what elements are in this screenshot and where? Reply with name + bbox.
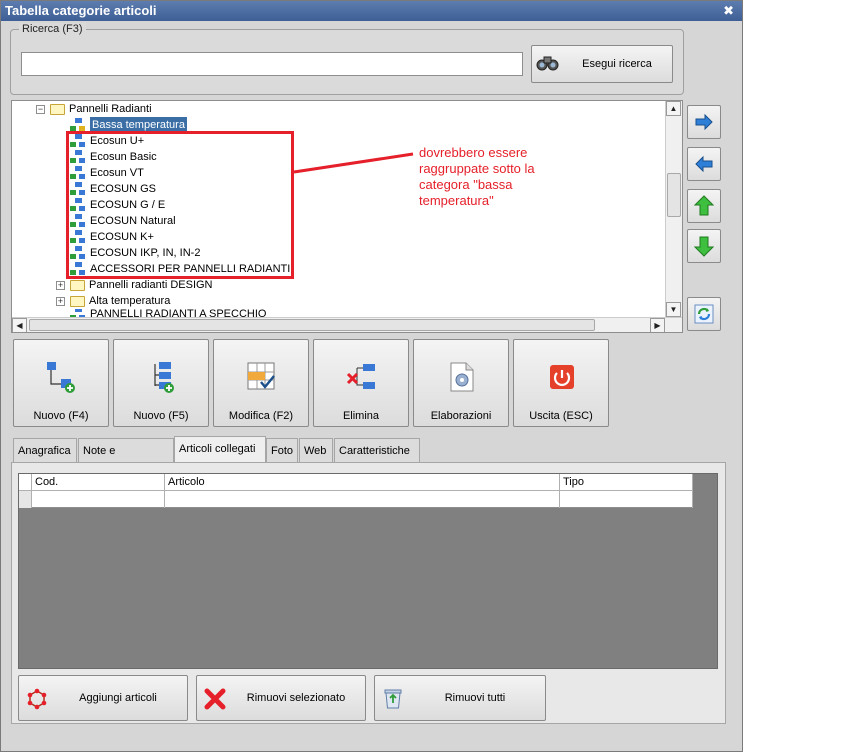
add-articles-label: Aggiungi articoli — [79, 692, 157, 704]
edit-grid-icon — [247, 362, 275, 390]
refresh-button[interactable] — [687, 297, 721, 331]
cell-tipo[interactable] — [560, 491, 693, 508]
row-indicator-header — [19, 474, 32, 491]
tree-horizontal-scrollbar[interactable]: ◀ ▶ — [12, 317, 682, 332]
arrow-up-icon — [694, 195, 714, 216]
table-row[interactable] — [19, 491, 693, 508]
processing-label: Elaborazioni — [430, 410, 492, 422]
scroll-up-icon[interactable]: ▲ — [666, 101, 681, 116]
new-f5-button[interactable]: Nuovo (F5) — [113, 339, 209, 427]
refresh-icon — [694, 304, 714, 324]
tree-vertical-scrollbar[interactable]: ▲ ▼ — [665, 101, 682, 317]
search-group-label: Ricerca (F3) — [19, 23, 86, 35]
tab-caratteristiche[interactable]: Caratteristiche — [334, 438, 420, 462]
recycle-bin-icon — [384, 689, 402, 709]
row-indicator[interactable] — [19, 491, 32, 508]
annotation-highlight-box — [66, 131, 294, 279]
new-child-icon — [154, 362, 174, 393]
tree-item-alta-temperatura[interactable]: Alta temperatura — [70, 293, 170, 309]
horizontal-scroll-thumb[interactable] — [29, 319, 595, 331]
search-button[interactable]: Esegui ricerca — [531, 45, 673, 83]
linked-articles-grid[interactable]: Cod. Articolo Tipo — [18, 473, 718, 669]
title-bar: Tabella categorie articoli ✖ — [1, 1, 742, 21]
new-f4-label: Nuovo (F4) — [33, 410, 89, 422]
scroll-down-icon[interactable]: ▼ — [666, 302, 681, 317]
tab-articoli-collegati[interactable]: Articoli collegati — [174, 436, 266, 462]
exit-label: Uscita (ESC) — [529, 410, 593, 422]
arrow-left-icon — [695, 156, 713, 172]
tree-collapse-icon[interactable]: − — [36, 105, 45, 114]
scroll-left-icon[interactable]: ◀ — [12, 318, 27, 332]
binoculars-icon — [536, 54, 560, 75]
tab-web[interactable]: Web — [299, 438, 333, 462]
close-icon[interactable]: ✖ — [723, 1, 734, 21]
remove-selected-button[interactable]: Rimuovi selezionato — [196, 675, 366, 721]
remove-x-icon — [204, 688, 226, 710]
edit-button[interactable]: Modifica (F2) — [213, 339, 309, 427]
tree-expand-icon[interactable]: + — [56, 297, 65, 306]
arrow-right-icon — [695, 114, 713, 130]
add-articles-icon — [27, 688, 47, 710]
move-up-button[interactable] — [687, 189, 721, 223]
folder-icon — [70, 295, 85, 307]
delete-node-icon — [346, 364, 375, 389]
folder-icon — [70, 279, 85, 291]
edit-label: Modifica (F2) — [228, 410, 294, 422]
move-left-button[interactable] — [687, 147, 721, 181]
tree-expand-icon[interactable]: + — [56, 281, 65, 290]
annotation-text: dovrebbero essere raggruppate sotto la c… — [419, 145, 535, 208]
cell-cod[interactable] — [32, 491, 165, 508]
main-window: Tabella categorie articoli ✖ Ricerca (F3… — [0, 0, 743, 752]
column-header-tipo[interactable]: Tipo — [560, 474, 693, 491]
category-icon — [70, 118, 85, 131]
tree-item-label: Alta temperatura — [89, 295, 171, 307]
arrow-down-icon — [694, 236, 714, 257]
articoli-collegati-panel: Cod. Articolo Tipo Aggiungi articoli Rim… — [11, 462, 726, 724]
power-icon — [550, 365, 574, 389]
tab-anagrafica[interactable]: Anagrafica — [13, 438, 77, 462]
remove-all-button[interactable]: Rimuovi tutti — [374, 675, 546, 721]
grid-header: Cod. Articolo Tipo — [19, 474, 693, 491]
scroll-right-icon[interactable]: ▶ — [650, 318, 665, 332]
remove-all-label: Rimuovi tutti — [444, 692, 506, 704]
search-button-label: Esegui ricerca — [582, 58, 652, 70]
tree-item-label: Pannelli radianti DESIGN — [89, 279, 213, 291]
tree-item-pannelli-design[interactable]: Pannelli radianti DESIGN — [70, 277, 213, 293]
window-title: Tabella categorie articoli — [5, 3, 157, 18]
new-f4-button[interactable]: Nuovo (F4) — [13, 339, 109, 427]
remove-selected-label: Rimuovi selezionato — [246, 692, 346, 704]
move-right-button[interactable] — [687, 105, 721, 139]
tree-item-pannelli-radianti[interactable]: Pannelli Radianti — [50, 101, 152, 117]
move-down-button[interactable] — [687, 229, 721, 263]
new-f5-label: Nuovo (F5) — [133, 410, 189, 422]
add-articles-button[interactable]: Aggiungi articoli — [18, 675, 188, 721]
new-node-icon — [47, 362, 75, 393]
column-header-cod[interactable]: Cod. — [32, 474, 165, 491]
tab-note-e-descrizioni[interactable]: Note e descrizioni — [78, 438, 174, 481]
search-input[interactable] — [21, 52, 523, 76]
tree-item-label: Pannelli Radianti — [69, 103, 152, 115]
processing-icon — [450, 362, 474, 392]
tab-foto[interactable]: Foto — [266, 438, 298, 462]
processing-button[interactable]: Elaborazioni — [413, 339, 509, 427]
exit-button[interactable]: Uscita (ESC) — [513, 339, 609, 427]
delete-button[interactable]: Elimina — [313, 339, 409, 427]
vertical-scroll-thumb[interactable] — [667, 173, 681, 217]
column-header-articolo[interactable]: Articolo — [165, 474, 560, 491]
cell-articolo[interactable] — [165, 491, 560, 508]
delete-label: Elimina — [342, 410, 380, 422]
folder-icon — [50, 103, 65, 115]
